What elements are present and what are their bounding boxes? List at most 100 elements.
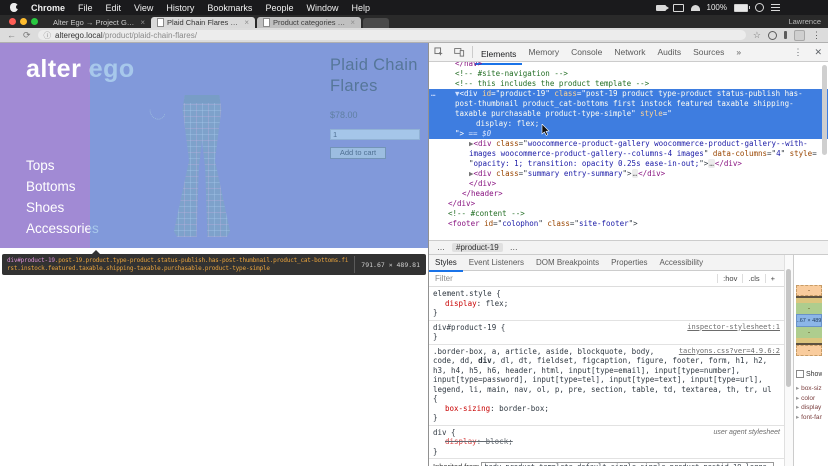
devtools-tab-memory[interactable]: Memory: [522, 43, 565, 61]
site-nav-item-accessories[interactable]: Accessories: [26, 218, 99, 239]
wifi-icon[interactable]: [691, 5, 700, 11]
tab-close-icon[interactable]: ×: [140, 19, 145, 27]
stylesheet-link[interactable]: inspector-stylesheet:1: [687, 323, 780, 333]
tab-close-icon[interactable]: ×: [350, 19, 355, 27]
styles-tab-accessibility[interactable]: Accessibility: [654, 255, 710, 270]
dom-tree-line[interactable]: "> == $0: [429, 129, 828, 139]
tab-close-icon[interactable]: ×: [244, 19, 249, 27]
zoom-window-button[interactable]: [31, 18, 38, 25]
stylesheet-link[interactable]: tachyons.css?ver=4.9.6:2: [679, 347, 780, 357]
styles-tab-event-listeners[interactable]: Event Listeners: [463, 255, 530, 270]
styles-tab-styles[interactable]: Styles: [429, 255, 463, 272]
menu-item-help[interactable]: Help: [351, 3, 370, 13]
css-property[interactable]: display: block;: [433, 437, 780, 447]
dom-tree-line[interactable]: </footer>: [429, 239, 828, 240]
scrollbar-thumb[interactable]: [786, 269, 791, 387]
dom-tree-line[interactable]: ▶<div class="summary entry-summary">…</d…: [429, 169, 828, 179]
browser-tab[interactable]: Product categories « alterego×: [257, 17, 361, 28]
menu-item-view[interactable]: View: [134, 3, 153, 13]
menu-item-file[interactable]: File: [78, 3, 93, 13]
devtools-tab-console[interactable]: Console: [565, 43, 608, 61]
dom-tree-line[interactable]: taxable purchasable product-type-simple"…: [429, 109, 828, 119]
dom-tree-line[interactable]: </div>: [429, 179, 828, 189]
breadcrumb-item[interactable]: …: [433, 243, 449, 252]
devtools-tab-audits[interactable]: Audits: [652, 43, 688, 61]
breadcrumb-item[interactable]: …: [506, 243, 522, 252]
dom-scrollbar[interactable]: [822, 65, 827, 155]
dom-tree-line[interactable]: …▼<div id="product-19" class="post-19 pr…: [429, 89, 828, 99]
checkbox-icon[interactable]: [796, 370, 804, 378]
devtools-tab-network[interactable]: Network: [608, 43, 651, 61]
dom-tree-line[interactable]: </nav>: [429, 62, 828, 69]
styles-tab-dom-breakpoints[interactable]: DOM Breakpoints: [530, 255, 605, 270]
site-nav-item-bottoms[interactable]: Bottoms: [26, 176, 99, 197]
dom-tree-line[interactable]: <!-- #content -->: [429, 209, 828, 219]
dom-tree-line[interactable]: <!-- this includes the product template …: [429, 79, 828, 89]
inspect-element-icon[interactable]: [429, 47, 449, 57]
show-all-checkbox[interactable]: Show all: [796, 370, 822, 378]
styles-toggle[interactable]: +: [765, 274, 780, 283]
dom-tree-line[interactable]: ▶<div class="woocommerce-product-gallery…: [429, 139, 828, 149]
dom-tree-line[interactable]: [429, 229, 828, 239]
screen-share-icon[interactable]: [656, 5, 666, 11]
breadcrumb-item[interactable]: #product-19: [452, 243, 503, 252]
display-icon[interactable]: [673, 4, 684, 12]
site-nav-item-shoes[interactable]: Shoes: [26, 197, 99, 218]
devtools-menu-icon[interactable]: ⋮: [787, 47, 808, 58]
reload-icon[interactable]: ⟳: [23, 30, 31, 40]
styles-toggle[interactable]: .cls: [742, 274, 764, 283]
extension-icon-2[interactable]: [784, 31, 787, 39]
inherited-from-link[interactable]: body.product-template-default.single.sin…: [481, 462, 774, 466]
dom-tree-line[interactable]: display: flex;: [429, 119, 828, 129]
css-rule[interactable]: user agent stylesheetdiv {display: block…: [429, 426, 784, 460]
box-model-diagram[interactable]: - - 791.67 × 489.81 - -: [796, 285, 822, 356]
clock-icon[interactable]: [755, 3, 764, 12]
browser-tab[interactable]: Plaid Chain Flares – alterego×: [151, 17, 255, 28]
device-toolbar-icon[interactable]: [449, 47, 470, 57]
minimize-window-button[interactable]: [20, 18, 27, 25]
css-rule[interactable]: inspector-stylesheet:1div#product-19 {}: [429, 321, 784, 345]
new-tab-button[interactable]: [363, 18, 389, 28]
styles-scrollbar[interactable]: [784, 255, 793, 466]
computed-property[interactable]: ▸ color: [796, 394, 822, 404]
menu-item-history[interactable]: History: [166, 3, 194, 13]
dom-tree-line[interactable]: images woocommerce-product-gallery--colu…: [429, 149, 828, 159]
computed-property[interactable]: ▸ display: [796, 403, 822, 413]
devtools-tab-sources[interactable]: Sources: [687, 43, 730, 61]
notification-center-icon[interactable]: [771, 4, 780, 11]
dom-tree-line[interactable]: </div>: [429, 199, 828, 209]
menu-item-chrome[interactable]: Chrome: [31, 3, 65, 13]
computed-property[interactable]: ▸ font-family: [796, 413, 822, 423]
browser-menu-icon[interactable]: ⋮: [812, 30, 821, 41]
battery-icon[interactable]: [734, 4, 748, 12]
profile-avatar[interactable]: [794, 30, 805, 41]
dom-tree-line[interactable]: </header>: [429, 189, 828, 199]
bookmark-star-icon[interactable]: ☆: [753, 30, 761, 41]
dom-tree-line[interactable]: <!-- #site-navigation -->: [429, 69, 828, 79]
menu-item-bookmarks[interactable]: Bookmarks: [207, 3, 252, 13]
dom-tree-line[interactable]: "opacity: 1; transition: opacity 0.25s e…: [429, 159, 828, 169]
extension-icon[interactable]: [768, 31, 777, 40]
styles-filter-input[interactable]: [433, 273, 717, 284]
css-property[interactable]: display: flex;: [433, 299, 780, 309]
apple-icon[interactable]: [10, 3, 18, 12]
devtools-close-icon[interactable]: ✕: [808, 47, 828, 58]
dom-tree-line[interactable]: post-thumbnail product_cat-bottoms first…: [429, 99, 828, 109]
computed-property[interactable]: ▸ box-sizing: [796, 384, 822, 394]
menu-item-edit[interactable]: Edit: [106, 3, 122, 13]
dom-tree-line[interactable]: <footer id="colophon" class="site-footer…: [429, 219, 828, 229]
styles-toggle[interactable]: :hov: [717, 274, 742, 283]
devtools-tab-»[interactable]: »: [730, 43, 747, 61]
css-rule[interactable]: tachyons.css?ver=4.9.6:2.border-box, a, …: [429, 345, 784, 426]
css-rule[interactable]: element.style {display: flex;}: [429, 287, 784, 321]
page-info-icon[interactable]: ⓘ: [44, 30, 52, 40]
omnibox[interactable]: ⓘ alterego.local/product/plaid-chain-fla…: [38, 30, 746, 40]
back-icon[interactable]: ←: [7, 30, 16, 40]
close-window-button[interactable]: [9, 18, 16, 25]
css-property[interactable]: box-sizing: border-box;: [433, 404, 780, 414]
menu-item-people[interactable]: People: [265, 3, 293, 13]
styles-tab-properties[interactable]: Properties: [605, 255, 653, 270]
browser-tab[interactable]: Alter Ego → Project Guide×: [47, 17, 151, 28]
menu-item-window[interactable]: Window: [306, 3, 338, 13]
site-nav-item-tops[interactable]: Tops: [26, 155, 99, 176]
